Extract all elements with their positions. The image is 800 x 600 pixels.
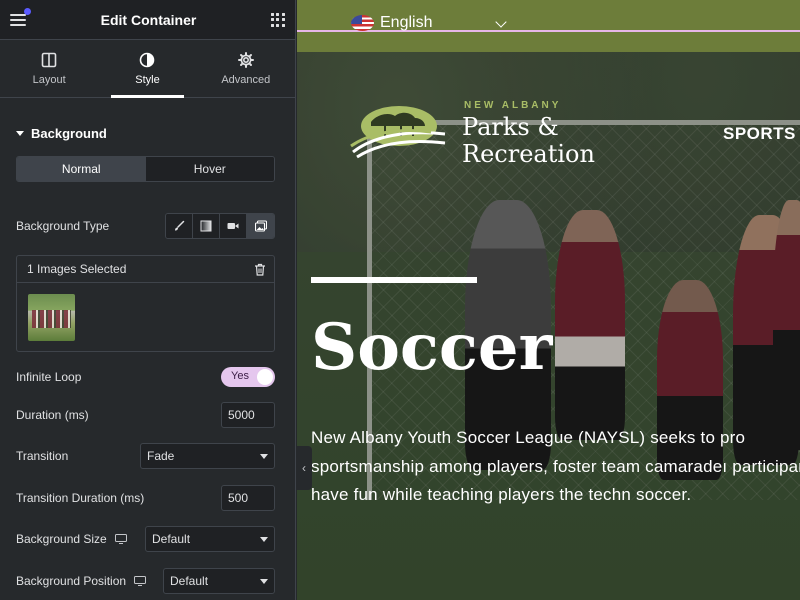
player-figure bbox=[773, 200, 800, 450]
caret-down-icon bbox=[16, 130, 24, 136]
dropdown-arrow-icon bbox=[260, 453, 268, 459]
toggle-knob bbox=[257, 369, 273, 385]
transition-label: Transition bbox=[16, 449, 69, 463]
background-size-row: Background Size Default bbox=[16, 526, 275, 552]
collapse-panel-chevron-icon[interactable]: ‹ bbox=[296, 446, 312, 490]
background-type-label: Background Type bbox=[16, 219, 110, 233]
infinite-loop-toggle[interactable]: Yes bbox=[221, 367, 275, 387]
classic-brush-button[interactable] bbox=[166, 214, 193, 238]
panel-header: Edit Container bbox=[0, 0, 295, 40]
tab-advanced-label: Advanced bbox=[221, 73, 271, 86]
background-position-value: Default bbox=[170, 574, 209, 588]
language-label: English bbox=[380, 14, 433, 31]
duration-row: Duration (ms) 5000 bbox=[16, 402, 275, 428]
desktop-icon[interactable] bbox=[134, 576, 147, 586]
infinite-loop-label: Infinite Loop bbox=[16, 370, 82, 384]
transition-duration-label: Transition Duration (ms) bbox=[16, 491, 145, 505]
transition-duration-input[interactable]: 500 bbox=[221, 485, 275, 511]
widgets-grid-icon[interactable] bbox=[270, 12, 285, 27]
background-section-toggle[interactable]: Background bbox=[0, 110, 295, 156]
background-size-label: Background Size bbox=[16, 532, 107, 546]
toggle-value: Yes bbox=[231, 370, 249, 382]
gear-icon bbox=[237, 51, 254, 68]
background-type-row: Background Type bbox=[16, 213, 275, 239]
brand-line-1: Parks & bbox=[462, 113, 559, 141]
tab-normal[interactable]: Normal bbox=[17, 157, 146, 181]
gallery-thumbnail[interactable] bbox=[28, 294, 75, 341]
background-size-value: Default bbox=[152, 532, 191, 546]
background-size-label-group: Background Size bbox=[16, 532, 127, 546]
menu-icon[interactable] bbox=[10, 7, 31, 26]
editor-panel: Edit Container Layout Style Advanced Bac… bbox=[0, 0, 296, 600]
dropdown-arrow-icon bbox=[260, 536, 268, 542]
brand-line-2: Recreation bbox=[462, 140, 595, 168]
nav-item-sports[interactable]: SPORTS bbox=[723, 124, 796, 144]
video-button[interactable] bbox=[220, 214, 247, 238]
background-type-choices bbox=[165, 213, 275, 239]
tab-hover[interactable]: Hover bbox=[145, 157, 274, 181]
panel-tabs: Layout Style Advanced bbox=[0, 40, 295, 98]
video-icon bbox=[227, 223, 239, 229]
trash-icon[interactable] bbox=[254, 263, 266, 276]
chevron-down-icon[interactable] bbox=[495, 16, 507, 28]
state-switcher: Normal Hover bbox=[16, 156, 275, 182]
transition-select[interactable]: Fade bbox=[140, 443, 275, 469]
language-selector[interactable]: English bbox=[351, 14, 432, 32]
background-position-label: Background Position bbox=[16, 574, 127, 588]
slideshow-icon bbox=[254, 220, 267, 232]
background-position-select[interactable]: Default bbox=[163, 568, 275, 594]
brand-name[interactable]: Parks & Recreation bbox=[462, 114, 595, 168]
desktop-icon[interactable] bbox=[114, 534, 127, 544]
transition-value: Fade bbox=[147, 449, 175, 463]
brand-subtitle: NEW ALBANY bbox=[464, 100, 562, 111]
style-contrast-icon bbox=[140, 52, 155, 67]
gallery-count: 1 Images Selected bbox=[27, 262, 127, 276]
top-bar: English bbox=[297, 0, 800, 52]
tab-layout[interactable]: Layout bbox=[0, 40, 98, 97]
brush-icon bbox=[175, 220, 185, 231]
tab-layout-label: Layout bbox=[32, 73, 66, 86]
background-position-row: Background Position Default bbox=[16, 568, 275, 594]
notification-dot bbox=[24, 7, 31, 15]
transition-duration-row: Transition Duration (ms) 500 bbox=[16, 485, 275, 511]
tab-style[interactable]: Style bbox=[98, 40, 196, 98]
duration-label: Duration (ms) bbox=[16, 408, 89, 422]
accent-divider bbox=[311, 277, 477, 283]
transition-row: Transition Fade bbox=[16, 443, 275, 469]
image-gallery-control: 1 Images Selected bbox=[16, 255, 275, 352]
player-figure bbox=[555, 210, 625, 440]
duration-input[interactable]: 5000 bbox=[221, 402, 275, 428]
us-flag-icon bbox=[351, 15, 374, 31]
dropdown-arrow-icon bbox=[260, 578, 268, 584]
gallery-header: 1 Images Selected bbox=[17, 256, 274, 283]
background-position-label-group: Background Position bbox=[16, 574, 147, 588]
section-title: Background bbox=[31, 125, 107, 141]
parks-logo-icon[interactable] bbox=[349, 100, 449, 162]
tab-advanced[interactable]: Advanced bbox=[197, 40, 295, 97]
panel-title: Edit Container bbox=[100, 11, 197, 28]
tab-style-label: Style bbox=[135, 73, 160, 86]
page-preview: English NEW ALBANY Parks & Recreation SP… bbox=[297, 0, 800, 600]
hero-description: New Albany Youth Soccer League (NAYSL) s… bbox=[311, 428, 800, 504]
infinite-loop-row: Infinite Loop Yes bbox=[16, 367, 275, 387]
layout-icon bbox=[41, 52, 57, 67]
slideshow-button[interactable] bbox=[247, 214, 274, 238]
page-title: Soccer bbox=[311, 310, 553, 385]
gradient-button[interactable] bbox=[193, 214, 220, 238]
gradient-icon bbox=[200, 220, 212, 232]
background-size-select[interactable]: Default bbox=[145, 526, 275, 552]
